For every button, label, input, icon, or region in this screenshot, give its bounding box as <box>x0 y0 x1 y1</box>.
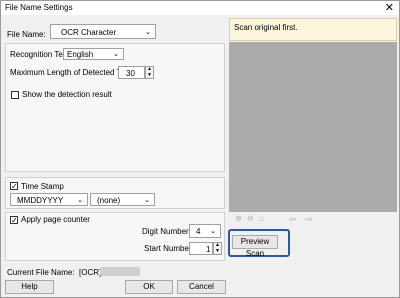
file-name-settings-window: File Name Settings ✕ File Name: OCR Char… <box>0 0 400 298</box>
chevron-down-icon: ⌄ <box>144 197 150 204</box>
separator-select[interactable]: (none) ⌄ <box>90 193 155 206</box>
previous-arrow-icon[interactable]: ⇦ <box>289 214 297 225</box>
page-counter-label: Apply page counter <box>21 215 90 224</box>
close-icon[interactable]: ✕ <box>385 1 394 15</box>
time-stamp-label: Time Stamp <box>21 182 64 191</box>
current-file-name-label: Current File Name: <box>7 268 75 277</box>
page-counter-panel: ✓ Apply page counter Digit Number: 4 ⌄ S… <box>5 212 225 261</box>
preview-message-box: Scan original first. <box>229 18 397 41</box>
preview-toolbar: ⊕ ⊖ ⌂ ⇦ ⇨ <box>229 213 397 228</box>
ok-button[interactable]: OK <box>125 280 173 294</box>
ocr-options-panel: Recognition Text: English ⌄ Maximum Leng… <box>5 43 225 172</box>
cancel-button[interactable]: Cancel <box>177 280 226 294</box>
down-arrow-icon[interactable]: ▼ <box>215 248 220 254</box>
chevron-down-icon: ⌄ <box>77 197 83 204</box>
title-bar: File Name Settings ✕ <box>1 1 399 15</box>
file-name-label: File Name: <box>7 30 46 39</box>
preview-message: Scan original first. <box>234 23 298 32</box>
date-format-select[interactable]: MMDDYYYY ⌄ <box>10 193 88 206</box>
max-length-label: Maximum Length of Detected Text: <box>10 68 134 77</box>
start-number-input[interactable]: 1 <box>189 242 213 255</box>
max-length-input[interactable]: 30 <box>118 66 145 79</box>
page-counter-checkbox[interactable]: ✓ <box>10 216 18 225</box>
chevron-down-icon: ⌄ <box>210 228 216 235</box>
current-file-name-blur <box>100 267 140 276</box>
fit-page-icon[interactable]: ⌂ <box>259 214 264 223</box>
max-length-stepper[interactable]: ▲ ▼ <box>145 66 154 79</box>
file-name-select[interactable]: OCR Character ⌄ <box>50 24 156 39</box>
window-title: File Name Settings <box>5 3 73 12</box>
recognition-select[interactable]: English ⌄ <box>63 48 124 60</box>
digit-number-label: Digit Number: <box>142 227 191 236</box>
start-number-stepper[interactable]: ▲ ▼ <box>213 242 222 255</box>
next-arrow-icon[interactable]: ⇨ <box>305 214 313 225</box>
chevron-down-icon: ⌄ <box>145 29 151 36</box>
time-stamp-panel: ✓ Time Stamp MMDDYYYY ⌄ (none) ⌄ <box>5 177 225 209</box>
show-detection-label: Show the detection result <box>22 90 112 99</box>
zoom-out-icon[interactable]: ⊖ <box>247 214 254 223</box>
show-detection-checkbox[interactable] <box>11 91 19 99</box>
start-number-label: Start Number: <box>144 244 194 253</box>
zoom-in-icon[interactable]: ⊕ <box>235 214 242 223</box>
preview-scan-button[interactable]: Preview Scan <box>232 235 278 258</box>
current-file-name-value: [OCR] <box>79 268 102 277</box>
preview-area <box>229 42 397 212</box>
chevron-down-icon: ⌄ <box>113 51 119 58</box>
help-button[interactable]: Help <box>5 280 54 294</box>
digit-number-select[interactable]: 4 ⌄ <box>189 224 221 238</box>
down-arrow-icon[interactable]: ▼ <box>147 72 152 78</box>
time-stamp-checkbox[interactable]: ✓ <box>10 182 18 191</box>
